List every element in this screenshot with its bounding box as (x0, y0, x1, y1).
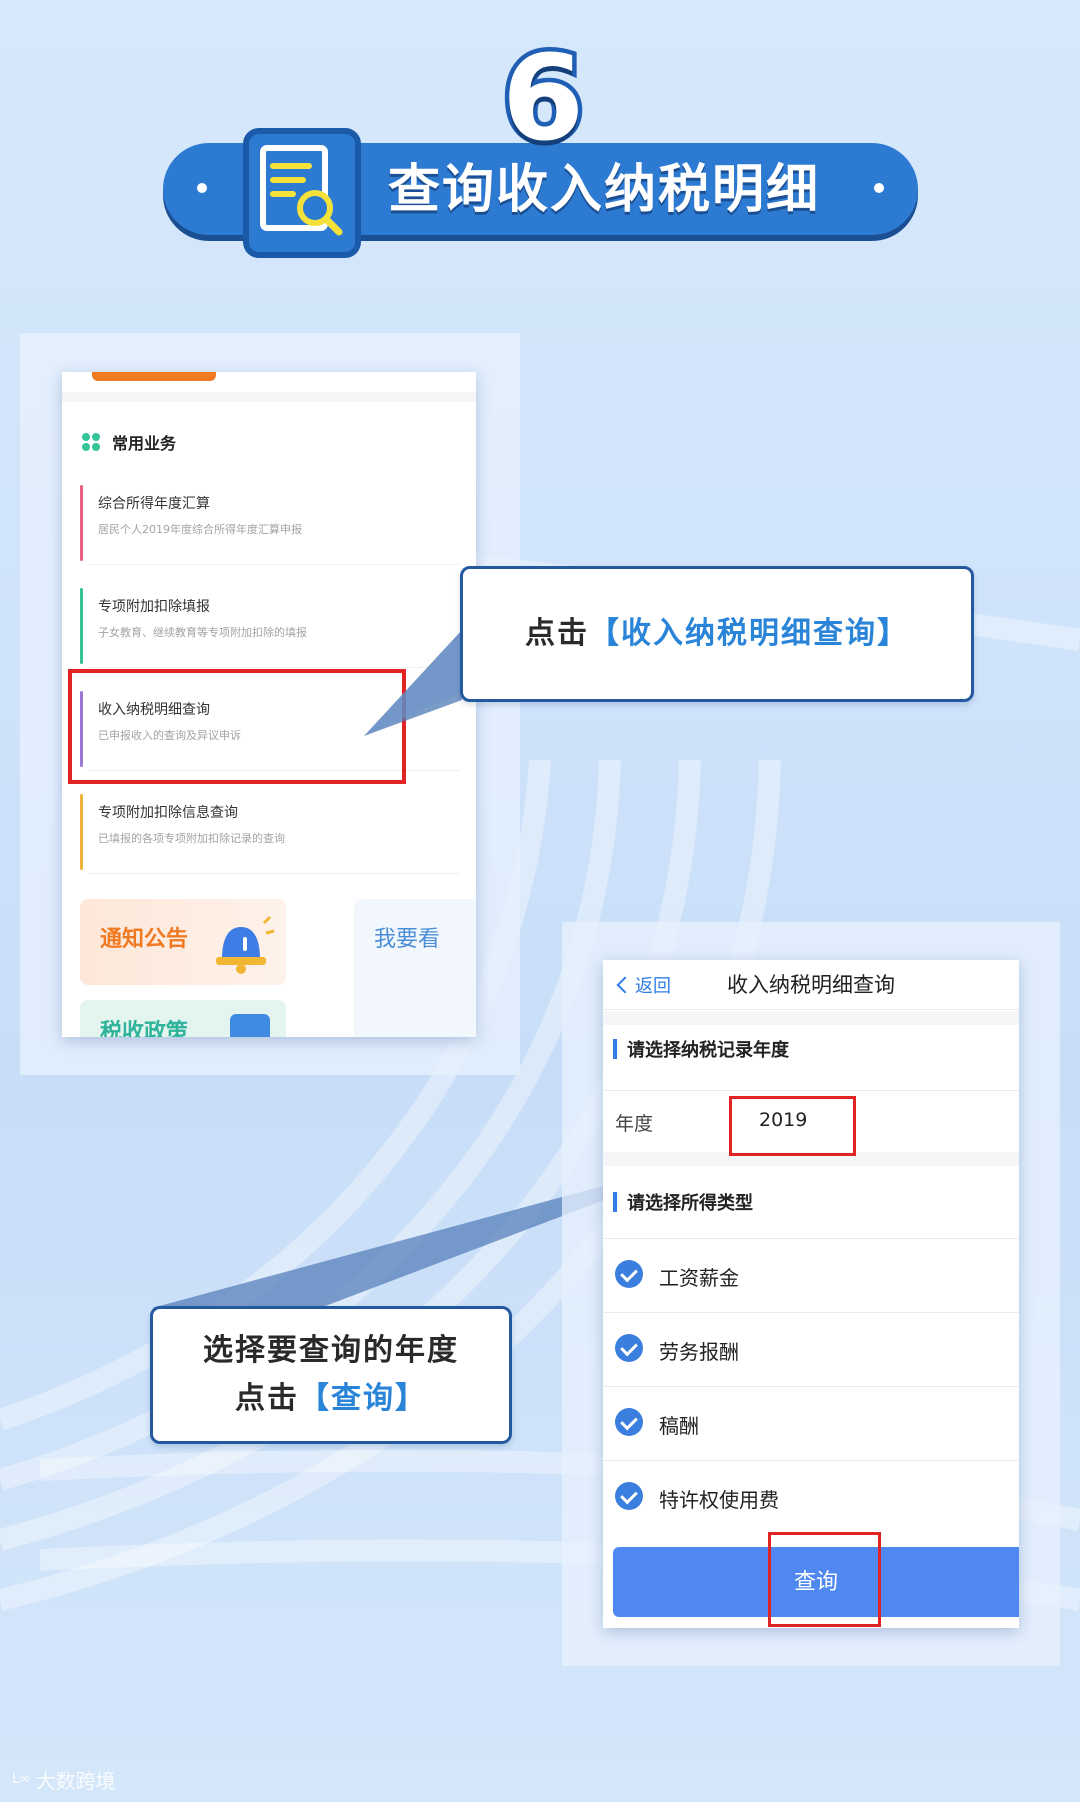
watermark-text: 大数跨境 (35, 1768, 116, 1793)
checkbox-checked-icon[interactable] (615, 1408, 643, 1436)
item-name: 专项附加扣除填报 (98, 599, 210, 615)
section-title: 常用业务 (112, 434, 177, 453)
document-icon (230, 1014, 270, 1037)
item-name: 综合所得年度汇算 (98, 496, 210, 512)
policy-label: 税收政策 (100, 1020, 189, 1037)
type-section-title: 请选择所得类型 (627, 1193, 753, 1214)
checkbox-checked-icon[interactable] (615, 1334, 643, 1362)
divider-strip (62, 392, 476, 402)
callout-line-2: 点击【查询】 (235, 1381, 427, 1416)
item-accent-bar (80, 588, 83, 664)
callout-highlight: 查询 (331, 1381, 395, 1416)
help-label: 我要看 (374, 927, 441, 952)
item-desc: 子女教育、继续教育等专项附加扣除的填报 (98, 626, 307, 639)
orange-tab-indicator (92, 372, 216, 381)
item-name: 专项附加扣除信息查询 (98, 805, 238, 821)
income-type-option[interactable]: 劳务报酬 (603, 1312, 1019, 1384)
income-type-label: 工资薪金 (659, 1266, 739, 1290)
help-card[interactable]: 我要看 (354, 899, 476, 1037)
banner-dot-left (197, 183, 207, 193)
item-desc: 居民个人2019年度综合所得年度汇算申报 (98, 523, 302, 536)
watermark: ᒪ∞ 大数跨境 (12, 1764, 115, 1794)
right-phone-screen: 收入纳税明细查询 返回 请选择纳税记录年度 年度 2019 请选择所得类型 工资… (603, 960, 1019, 1628)
bell-icon (216, 915, 275, 974)
income-type-option[interactable]: 稿酬 (603, 1386, 1019, 1458)
back-button[interactable]: 返回 (613, 970, 671, 1000)
service-item-annual-settlement[interactable]: 综合所得年度汇算 居民个人2019年度综合所得年度汇算申报 (80, 479, 460, 565)
step-number: 6 (497, 29, 588, 167)
year-label: 年度 (615, 1113, 654, 1135)
highlight-box-year (729, 1096, 856, 1156)
callout-click-income-query: 点击【收入纳税明细查询】 (460, 566, 974, 702)
item-accent-bar (80, 485, 83, 561)
income-type-label: 稿酬 (659, 1414, 699, 1438)
banner-dot-right (874, 183, 884, 193)
highlight-box-query-button (768, 1532, 881, 1627)
watermark-logo-icon: ᒪ∞ (12, 1771, 30, 1787)
year-section-header: 请选择纳税记录年度 (613, 1029, 789, 1069)
clover-icon (82, 433, 100, 451)
callout-highlight: 收入纳税明细查询 (621, 616, 877, 651)
policy-card[interactable]: 税收政策 (80, 1000, 286, 1037)
back-label: 返回 (635, 976, 671, 997)
item-accent-bar (80, 794, 83, 870)
year-section-title: 请选择纳税记录年度 (627, 1040, 789, 1061)
checkbox-checked-icon[interactable] (615, 1260, 643, 1288)
callout-line-1: 选择要查询的年度 (203, 1333, 459, 1368)
service-item-deduction-query[interactable]: 专项附加扣除信息查询 已填报的各项专项附加扣除记录的查询 (80, 788, 460, 874)
income-type-option[interactable]: 工资薪金 (603, 1238, 1019, 1310)
income-type-label: 劳务报酬 (659, 1340, 739, 1364)
checkbox-checked-icon[interactable] (615, 1482, 643, 1510)
section-header: 常用业务 (82, 427, 176, 457)
type-section-header: 请选择所得类型 (613, 1182, 753, 1222)
page-title: 查询收入纳税明细 (388, 160, 821, 220)
income-type-label: 特许权使用费 (659, 1488, 779, 1512)
highlight-box-income-query (68, 669, 406, 784)
nav-bar: 收入纳税明细查询 返回 (603, 960, 1019, 1010)
service-item-deduction-filing[interactable]: 专项附加扣除填报 子女教育、继续教育等专项附加扣除的填报 (80, 582, 460, 668)
callout-select-year: 选择要查询的年度 点击【查询】 (150, 1306, 512, 1444)
income-type-option[interactable]: 特许权使用费 (603, 1460, 1019, 1532)
chevron-left-icon (616, 976, 634, 994)
item-desc: 已填报的各项专项附加扣除记录的查询 (98, 832, 285, 845)
callout-text: 点击【收入纳税明细查询】 (525, 616, 909, 651)
notice-card[interactable]: 通知公告 (80, 899, 286, 985)
notice-label: 通知公告 (100, 927, 189, 952)
document-search-icon (243, 128, 361, 258)
